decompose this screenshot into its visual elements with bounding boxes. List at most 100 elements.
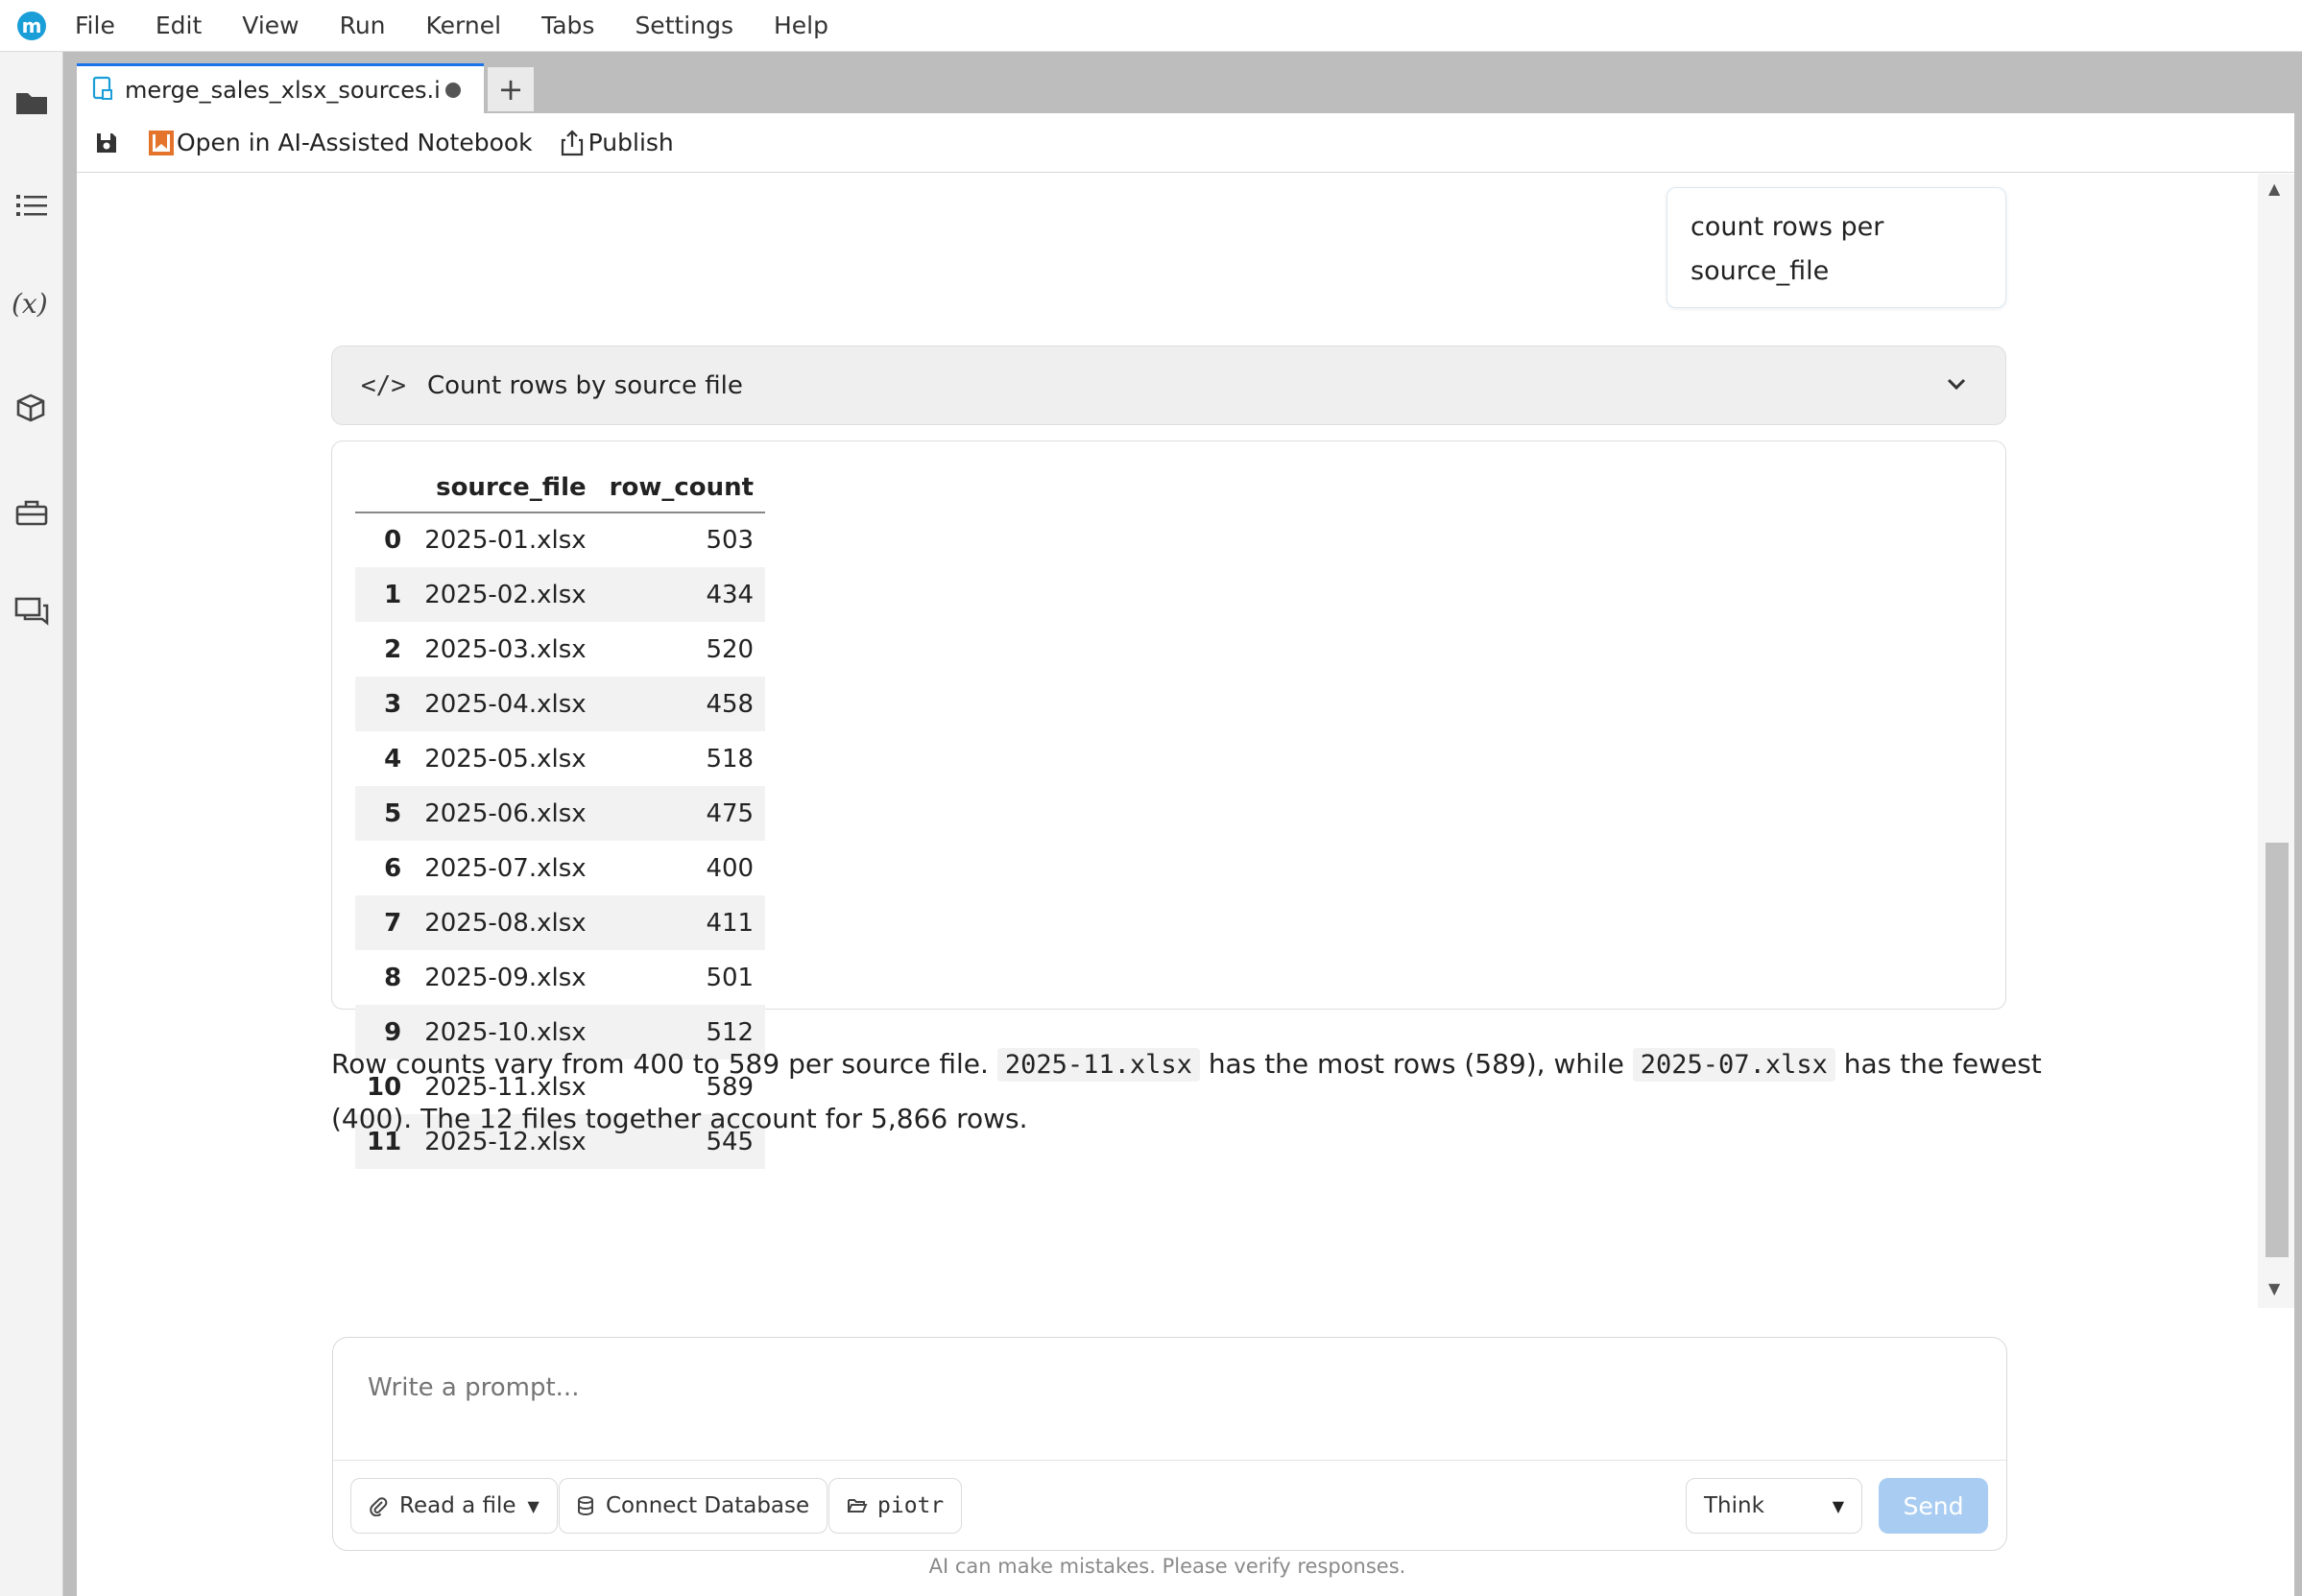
column-header: source_file xyxy=(413,463,598,513)
folder-icon-slot xyxy=(13,52,50,88)
scroll-down-arrow-icon[interactable]: ▼ xyxy=(2268,1279,2280,1298)
code-icon: </> xyxy=(361,370,406,400)
connect-database-label: Connect Database xyxy=(606,1493,810,1518)
row-count-cell: 475 xyxy=(706,798,755,828)
chat-icon[interactable] xyxy=(13,594,50,631)
save-button[interactable] xyxy=(94,131,119,155)
chevron-down-icon[interactable] xyxy=(1942,369,1971,402)
row-index: 6 xyxy=(384,853,402,883)
row-index: 8 xyxy=(384,963,402,992)
row-count-cell: 458 xyxy=(706,689,755,719)
column-header: row_count xyxy=(597,463,766,513)
inline-code: 2025-07.xlsx xyxy=(1632,1048,1835,1082)
row-count-cell: 411 xyxy=(706,908,755,938)
mode-select-value: Think xyxy=(1704,1493,1764,1518)
panel-divider xyxy=(63,52,77,1596)
publish-label: Publish xyxy=(587,129,674,156)
source-file-cell: 2025-02.xlsx xyxy=(424,580,587,609)
row-count-cell: 434 xyxy=(706,580,755,609)
caret-down-icon: ▼ xyxy=(527,1496,540,1515)
code-block-title: Count rows by source file xyxy=(426,370,743,400)
share-icon xyxy=(561,129,583,155)
notebook-icon xyxy=(92,76,113,105)
row-index: 2 xyxy=(384,634,402,664)
open-ai-notebook-button[interactable]: Open in AI-Assisted Notebook xyxy=(148,129,533,156)
source-file-cell: 2025-03.xlsx xyxy=(424,634,587,664)
user-message-bubble: count rows per source_file xyxy=(1667,187,2006,308)
row-count-cell: 518 xyxy=(706,744,755,774)
answer-text: Row counts vary from 400 to 589 per sour… xyxy=(331,1048,989,1080)
read-file-label: Read a file xyxy=(399,1493,516,1518)
folder-open-icon xyxy=(848,1499,868,1513)
ai-disclaimer: AI can make mistakes. Please verify resp… xyxy=(928,1555,1406,1578)
folder-button[interactable]: piotr xyxy=(828,1478,963,1534)
source-file-cell: 2025-07.xlsx xyxy=(424,853,587,883)
scroll-up-arrow-icon[interactable]: ▲ xyxy=(2268,179,2280,198)
menu-run[interactable]: Run xyxy=(340,12,386,39)
prompt-input[interactable] xyxy=(368,1359,1961,1417)
output-table-box: source_file row_count 0 2025-01.xlsx 503 1… xyxy=(331,441,2006,1169)
composer-divider xyxy=(333,1460,2006,1461)
row-count-cell: 520 xyxy=(706,634,755,664)
send-button[interactable]: Send xyxy=(1879,1478,1988,1534)
menu-help[interactable]: Help xyxy=(774,12,828,39)
menu-kernel[interactable]: Kernel xyxy=(426,12,502,39)
right-panel-divider xyxy=(2294,52,2302,1596)
unsaved-indicator[interactable] xyxy=(445,82,461,98)
folder-label: piotr xyxy=(877,1493,945,1518)
menu-edit[interactable]: Edit xyxy=(156,12,202,39)
table-row: 4 2025-05.xlsx 518 xyxy=(355,731,765,786)
table-row: 0 2025-01.xlsx 503 xyxy=(355,512,765,567)
connect-database-button[interactable]: Connect Database xyxy=(559,1478,828,1534)
source-file-cell: 2025-05.xlsx xyxy=(424,744,587,774)
paperclip-icon xyxy=(370,1497,388,1516)
row-index: 3 xyxy=(384,689,402,719)
table-row: 1 2025-02.xlsx 434 xyxy=(355,567,766,622)
tab-label: merge_sales_xlsx_sources.ip xyxy=(125,76,442,104)
menu-settings[interactable]: Settings xyxy=(635,12,733,39)
read-file-button[interactable]: Read a file ▼ xyxy=(350,1478,558,1534)
notebook-toolbar: Open in AI-Assisted Notebook Publish xyxy=(77,113,2294,173)
table-header-row: source_file row_count xyxy=(355,463,766,513)
toolbox-icon[interactable] xyxy=(13,493,50,530)
row-index: 4 xyxy=(384,744,402,774)
menu-view[interactable]: View xyxy=(242,12,299,39)
app-logo: m xyxy=(17,11,46,40)
source-file-cell: 2025-08.xlsx xyxy=(424,908,587,938)
source-file-cell: 2025-09.xlsx xyxy=(424,963,587,992)
code-block-toggle[interactable]: </> Count rows by source file xyxy=(331,345,2006,425)
row-index: 0 xyxy=(384,526,402,555)
prompt-composer: Read a file ▼ Connect Database piotr Thi… xyxy=(332,1337,2007,1551)
caret-down-icon: ▼ xyxy=(1832,1496,1844,1515)
file-browser-icon[interactable] xyxy=(13,84,50,121)
publish-button[interactable]: Publish xyxy=(560,129,674,156)
row-count-cell: 400 xyxy=(706,853,755,883)
menu-tabs[interactable]: Tabs xyxy=(541,12,594,39)
source-file-cell: 2025-06.xlsx xyxy=(424,798,587,828)
menu-file[interactable]: File xyxy=(75,12,115,39)
table-row: 2 2025-03.xlsx 520 xyxy=(355,622,765,677)
row-count-cell: 503 xyxy=(706,526,755,555)
table-row: 6 2025-07.xlsx 400 xyxy=(355,841,765,895)
left-activity-bar-icons xyxy=(0,52,63,1596)
tab-strip: merge_sales_xlsx_sources.ip + xyxy=(77,52,2294,113)
assistant-answer-text: Row counts vary from 400 to 589 per sour… xyxy=(331,1037,2050,1146)
extensions-icon[interactable] xyxy=(13,391,50,427)
add-tab-button[interactable]: + xyxy=(488,67,534,111)
row-index: 5 xyxy=(384,798,402,828)
scrollbar-thumb[interactable] xyxy=(2266,843,2289,1257)
chat-scroll-area[interactable]: count rows per source_file </> Count row… xyxy=(77,174,2258,1308)
table-row: 5 2025-06.xlsx 475 xyxy=(355,786,766,841)
row-index: 7 xyxy=(384,908,402,938)
table-of-contents-icon[interactable] xyxy=(13,187,50,224)
tab-notebook[interactable]: merge_sales_xlsx_sources.ip xyxy=(77,63,484,113)
mode-select[interactable]: Think ▼ xyxy=(1686,1478,1862,1534)
open-ai-notebook-label: Open in AI-Assisted Notebook xyxy=(177,129,533,156)
vertical-scrollbar[interactable]: ▲ ▼ xyxy=(2258,174,2294,1308)
inline-code: 2025-11.xlsx xyxy=(996,1048,1200,1082)
table-row: 3 2025-04.xlsx 458 xyxy=(355,677,766,731)
variables-icon[interactable]: (x) xyxy=(12,288,52,324)
ai-notebook-icon xyxy=(149,130,174,155)
source-file-cell: 2025-01.xlsx xyxy=(424,526,587,555)
index-header xyxy=(355,463,414,513)
